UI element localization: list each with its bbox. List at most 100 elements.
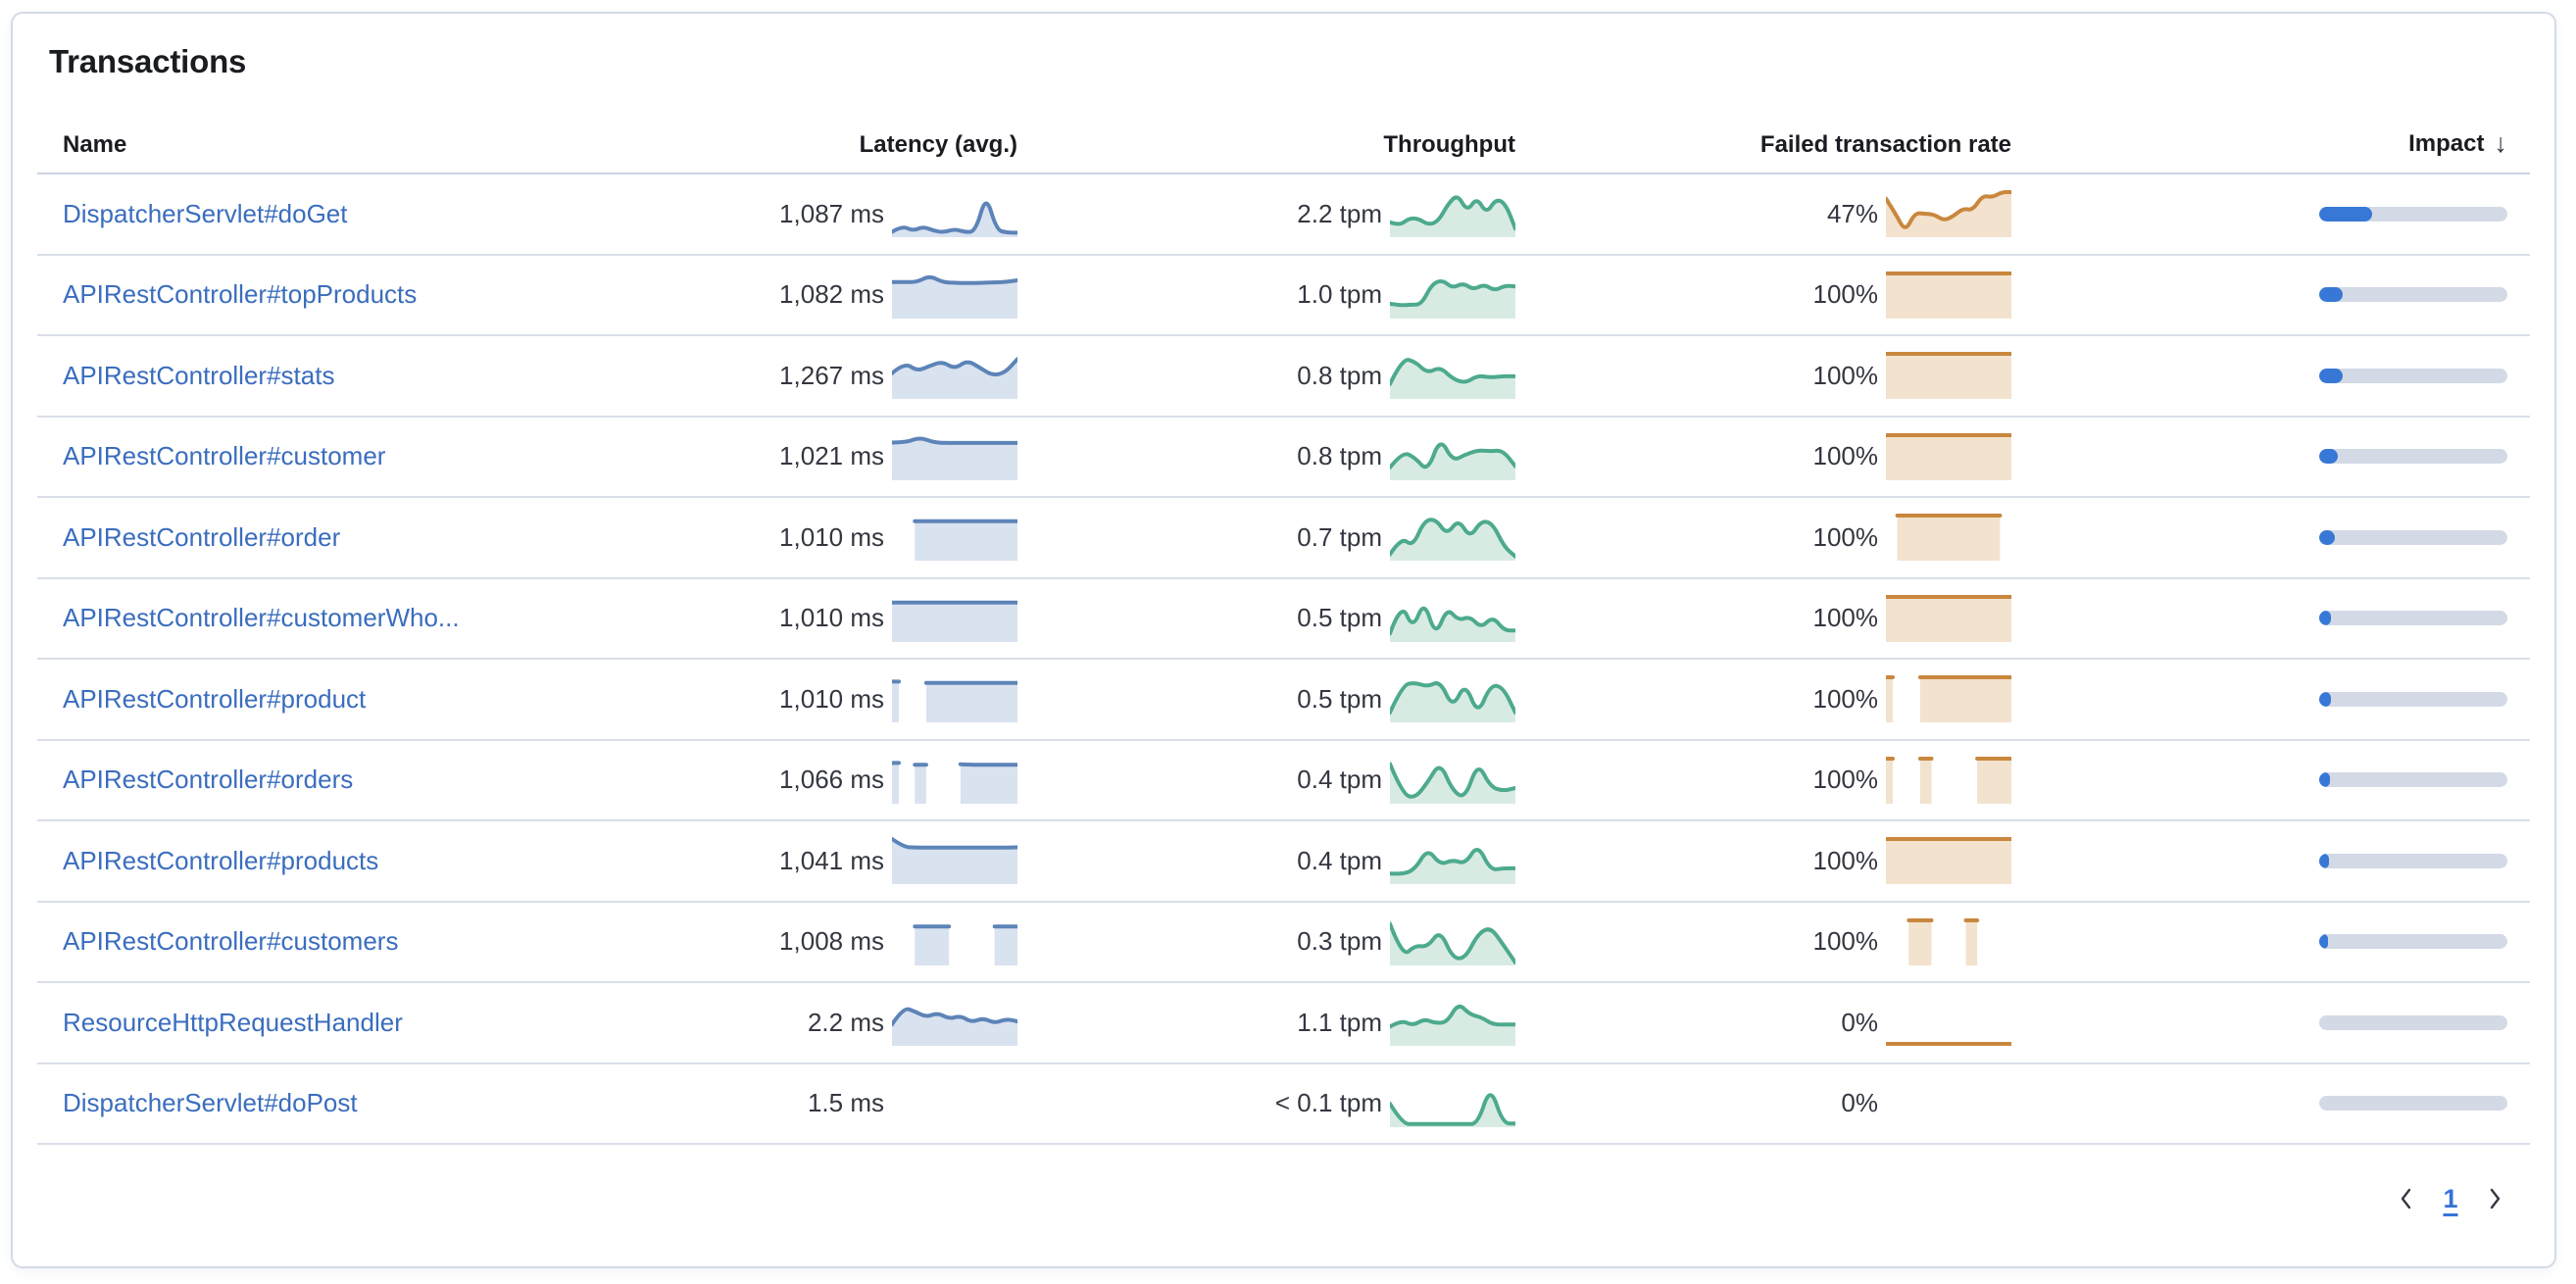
table-row: APIRestController#customerWho... 1,010 m… [37,579,2530,661]
table-row: APIRestController#orders 1,066 ms 0.4 tp… [37,741,2530,822]
throughput-sparkline [1390,352,1515,399]
latency-value: 2.2 ms [645,1008,892,1038]
transaction-name-link[interactable]: APIRestController#stats [63,361,334,390]
throughput-value: 0.8 tpm [1143,441,1390,471]
transaction-name-link[interactable]: DispatcherServlet#doPost [63,1088,358,1117]
failed-rate-sparkline [1886,190,2011,237]
latency-sparkline [892,595,1017,642]
failed-rate-value: 100% [1639,846,1886,876]
transaction-name-link[interactable]: APIRestController#customers [63,926,398,956]
impact-bar [2319,287,2507,302]
table-row: APIRestController#order 1,010 ms 0.7 tpm… [37,498,2530,579]
latency-sparkline [892,352,1017,399]
impact-bar-fill [2319,449,2338,464]
throughput-value: < 0.1 tpm [1143,1088,1390,1118]
transaction-name-link[interactable]: APIRestController#customerWho... [63,603,460,632]
failed-rate-value: 100% [1639,279,1886,310]
impact-bar [2319,692,2507,707]
transaction-name-link[interactable]: APIRestController#customer [63,441,385,470]
failed-rate-value: 100% [1639,361,1886,391]
column-header-name[interactable]: Name [37,131,645,159]
table-row: APIRestController#products 1,041 ms 0.4 … [37,821,2530,903]
throughput-value: 0.5 tpm [1143,684,1390,715]
throughput-sparkline [1390,837,1515,884]
throughput-sparkline [1390,675,1515,722]
impact-bar [2319,772,2507,787]
transaction-name-link[interactable]: APIRestController#topProducts [63,279,417,309]
throughput-sparkline [1390,999,1515,1046]
impact-bar-fill [2319,369,2343,383]
page-number-1[interactable]: 1 [2428,1176,2473,1221]
throughput-value: 1.1 tpm [1143,1008,1390,1038]
transactions-table-body: DispatcherServlet#doGet 1,087 ms 2.2 tpm… [37,174,2530,1145]
table-row: APIRestController#customers 1,008 ms 0.3… [37,903,2530,984]
impact-bar [2319,530,2507,545]
throughput-sparkline [1390,918,1515,965]
failed-rate-value: 100% [1639,441,1886,471]
impact-bar-fill [2319,287,2343,302]
table-row: APIRestController#customer 1,021 ms 0.8 … [37,418,2530,499]
impact-bar [2319,207,2507,222]
column-header-failed-rate[interactable]: Failed transaction rate [1639,131,2011,159]
throughput-sparkline [1390,595,1515,642]
latency-value: 1,010 ms [645,684,892,715]
throughput-sparkline [1390,514,1515,561]
transaction-name-link[interactable]: APIRestController#orders [63,765,353,794]
transaction-name-link[interactable]: APIRestController#product [63,684,366,714]
table-row: APIRestController#topProducts 1,082 ms 1… [37,256,2530,337]
previous-page-button[interactable] [2383,1176,2428,1221]
column-header-throughput[interactable]: Throughput [1143,131,1515,159]
failed-rate-sparkline [1886,595,2011,642]
transaction-name-link[interactable]: DispatcherServlet#doGet [63,199,347,228]
throughput-value: 2.2 tpm [1143,199,1390,229]
next-page-button[interactable] [2473,1176,2518,1221]
latency-value: 1,041 ms [645,846,892,876]
failed-rate-sparkline [1886,757,2011,804]
throughput-sparkline [1390,190,1515,237]
impact-bar-fill [2319,692,2331,707]
throughput-value: 0.4 tpm [1143,846,1390,876]
impact-bar [2319,854,2507,868]
latency-sparkline [892,757,1017,804]
latency-sparkline [892,837,1017,884]
failed-rate-value: 100% [1639,684,1886,715]
impact-bar-fill [2319,854,2329,868]
failed-rate-value: 47% [1639,199,1886,229]
failed-rate-value: 100% [1639,926,1886,957]
throughput-sparkline [1390,433,1515,480]
latency-value: 1,010 ms [645,603,892,633]
latency-sparkline [892,675,1017,722]
table-row: ResourceHttpRequestHandler 2.2 ms 1.1 tp… [37,983,2530,1064]
failed-rate-value: 100% [1639,603,1886,633]
table-header-row: Name Latency (avg.) Throughput Failed tr… [37,80,2530,174]
failed-rate-value: 0% [1639,1008,1886,1038]
chevron-left-icon [2398,1186,2413,1211]
latency-value: 1,066 ms [645,765,892,795]
table-row: APIRestController#product 1,010 ms 0.5 t… [37,660,2530,741]
transaction-name-link[interactable]: ResourceHttpRequestHandler [63,1008,403,1037]
throughput-value: 0.3 tpm [1143,926,1390,957]
latency-value: 1,082 ms [645,279,892,310]
latency-sparkline [892,190,1017,237]
impact-bar-fill [2319,611,2331,625]
failed-rate-value: 100% [1639,522,1886,553]
latency-sparkline [892,433,1017,480]
page-title: Transactions [49,43,2530,80]
column-header-impact[interactable]: Impact ↓ [2319,128,2507,159]
transaction-name-link[interactable]: APIRestController#products [63,846,378,875]
failed-rate-sparkline [1886,352,2011,399]
latency-value: 1,008 ms [645,926,892,957]
table-row: DispatcherServlet#doGet 1,087 ms 2.2 tpm… [37,174,2530,256]
failed-rate-sparkline [1886,272,2011,319]
column-header-latency[interactable]: Latency (avg.) [645,131,1017,159]
transaction-name-link[interactable]: APIRestController#order [63,522,340,552]
failed-rate-sparkline [1886,837,2011,884]
throughput-value: 0.7 tpm [1143,522,1390,553]
latency-value: 1,087 ms [645,199,892,229]
throughput-sparkline [1390,757,1515,804]
failed-rate-sparkline [1886,918,2011,965]
pagination: 1 [37,1176,2530,1221]
chevron-right-icon [2488,1186,2503,1211]
failed-rate-value: 100% [1639,765,1886,795]
impact-bar [2319,611,2507,625]
